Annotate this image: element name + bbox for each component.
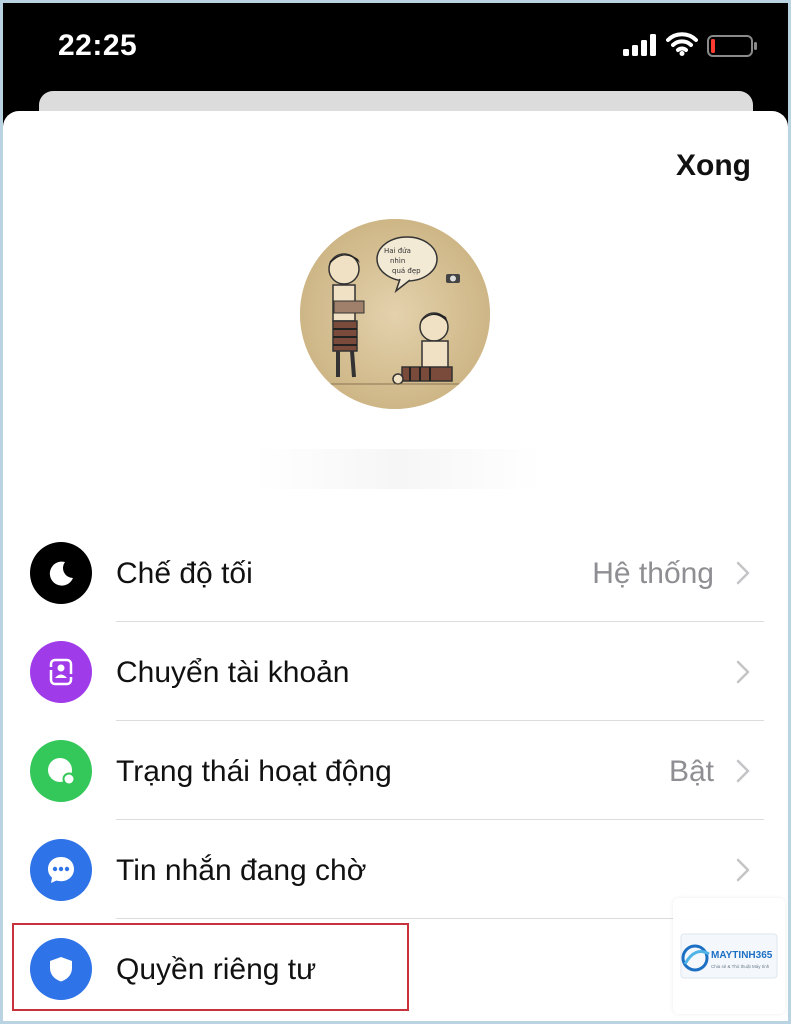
done-button[interactable]: Xong — [676, 149, 751, 183]
chevron-right-icon — [736, 759, 750, 788]
menu-item-value: Bật — [668, 755, 714, 788]
avatar-bubble-text: Hai đứa — [384, 247, 411, 255]
menu-item-dark-mode[interactable]: Chế độ tối Hệ thống — [3, 523, 788, 622]
switch-account-icon — [30, 641, 92, 703]
menu-item-label: Trạng thái hoạt động — [116, 755, 392, 788]
chevron-right-icon — [736, 660, 750, 689]
svg-text:nhìn: nhìn — [390, 257, 405, 265]
phone-screen: 22:25 Xong Hai đứa nhìn quá đẹp Chế độ t… — [3, 3, 788, 1021]
status-bar: 22:25 — [3, 3, 788, 95]
chevron-right-icon — [736, 561, 750, 590]
menu-item-label: Tin nhắn đang chờ — [116, 854, 367, 887]
svg-text:quá đẹp: quá đẹp — [392, 267, 421, 275]
menu-item-pending-messages[interactable]: Tin nhắn đang chờ — [3, 820, 788, 919]
moon-icon — [30, 542, 92, 604]
watermark-logo: MAYTINH365 Chia sẻ & Thủ thuật Máy tính — [673, 898, 785, 1014]
menu-item-active-status[interactable]: Trạng thái hoạt động Bật — [3, 721, 788, 820]
menu-item-value: Hệ thống — [592, 557, 714, 590]
chevron-right-icon — [736, 858, 750, 887]
cellular-signal-icon — [623, 34, 659, 61]
menu-item-label: Chế độ tối — [116, 557, 253, 590]
profile-avatar[interactable]: Hai đứa nhìn quá đẹp — [300, 219, 490, 409]
battery-low-icon — [707, 35, 759, 62]
active-status-icon — [30, 740, 92, 802]
wifi-icon — [666, 32, 698, 61]
pending-messages-icon — [30, 839, 92, 901]
profile-name-placeholder — [253, 449, 543, 489]
menu-item-switch-account[interactable]: Chuyển tài khoản — [3, 622, 788, 721]
menu-item-label: Chuyển tài khoản — [116, 656, 350, 689]
watermark-brand: MAYTINH365 — [711, 950, 773, 961]
status-time: 22:25 — [58, 29, 138, 62]
privacy-highlight-box — [12, 923, 409, 1011]
avatar-illustration: Hai đứa nhìn quá đẹp — [300, 219, 490, 409]
svg-text:Chia sẻ & Thủ thuật Máy tính: Chia sẻ & Thủ thuật Máy tính — [711, 963, 770, 969]
